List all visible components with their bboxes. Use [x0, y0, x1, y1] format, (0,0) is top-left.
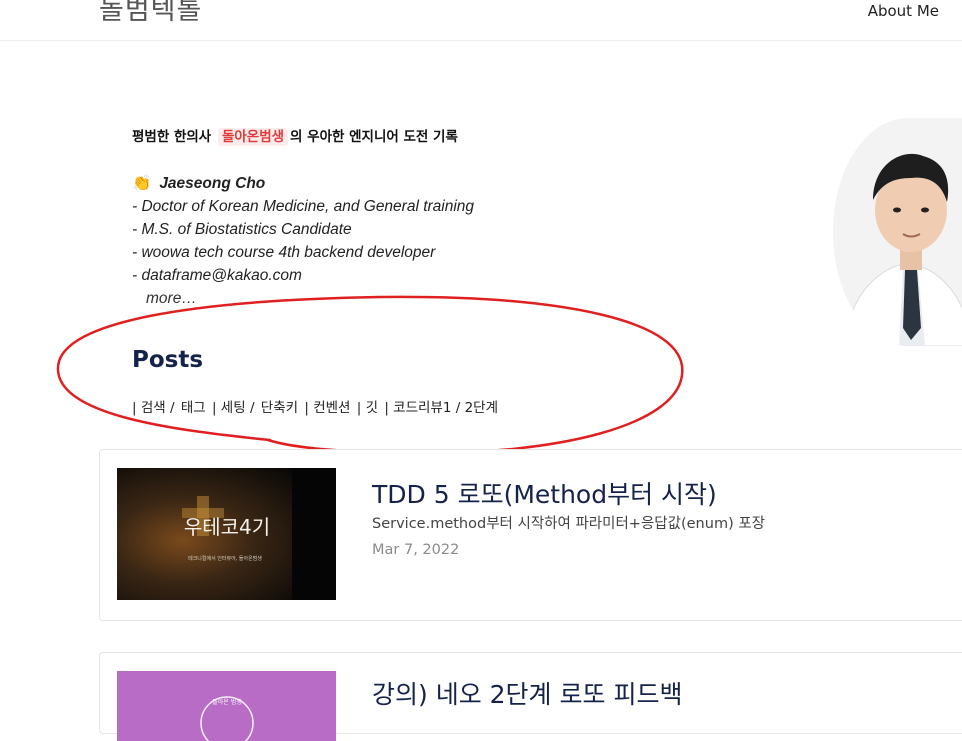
bio-line[interactable]: - dataframe@kakao.com [132, 264, 474, 287]
tagline-highlight: 돌아온범생 [217, 128, 289, 146]
post-date: Mar 7, 2022 [372, 542, 460, 558]
site-brand[interactable]: 돌범텍톨 [99, 0, 202, 27]
clap-icon: 👏 [132, 175, 152, 192]
post-description: Service.method부터 시작하여 파라미터+응답값(enum) 포장 [372, 516, 766, 532]
bio-name-row: 👏 Jaeseong Cho [132, 172, 474, 195]
category-link[interactable]: | 세팅 / [212, 400, 255, 416]
category-link[interactable]: 단축키 [261, 400, 298, 416]
category-link[interactable]: | 검색 / [132, 400, 175, 416]
category-link[interactable]: | 코드리뷰1 / 2단계 [384, 400, 498, 416]
post-card[interactable]: 돌아온 범생 강의) 네오 2단계 로또 피드백 [99, 652, 962, 741]
thumb-label: 돌아온 범생 [212, 698, 242, 706]
bio-line: - woowa tech course 4th backend develope… [132, 244, 436, 261]
profile-bio: 👏 Jaeseong Cho - Doctor of Korean Medicin… [132, 172, 474, 310]
category-link[interactable]: | 컨벤션 [304, 400, 350, 416]
category-link[interactable]: 태그 [181, 400, 206, 416]
category-bar: | 검색 / 태그 | 세팅 / 단축키 | 컨벤션 | 깃 | 코드리뷰1 /… [132, 396, 500, 416]
nav-about-link[interactable]: About Me [868, 2, 939, 20]
bio-line: - Doctor of Korean Medicine, and General… [132, 198, 475, 215]
post-thumbnail[interactable]: 우테코4기 테크니컬에서 인터뷰어, 돌아온범생 [117, 468, 336, 600]
bio-line: - M.S. of Biostatistics Candidate [132, 221, 352, 238]
avatar-portrait [833, 118, 962, 346]
post-title[interactable]: TDD 5 로또(Method부터 시작) [372, 475, 717, 511]
posts-heading: Posts [132, 347, 204, 373]
thumb-title: 우테코4기 [184, 515, 270, 539]
tagline-suffix: 의 우아한 엔지니어 도전 기록 [290, 129, 458, 145]
category-link[interactable]: | 깃 [357, 400, 378, 416]
top-bar: 돌범텍톨 About Me [0, 0, 962, 41]
thumb-caption: 테크니컬에서 인터뷰어, 돌아온범생 [188, 555, 262, 562]
post-thumbnail[interactable]: 돌아온 범생 [117, 671, 336, 741]
thumbnail-image: 우테코4기 테크니컬에서 인터뷰어, 돌아온범생 [117, 468, 336, 600]
profile-avatar [833, 118, 962, 346]
bio-name: Jaeseong Cho [159, 175, 266, 192]
more-link[interactable]: more… [132, 287, 474, 310]
post-card[interactable]: 우테코4기 테크니컬에서 인터뷰어, 돌아온범생 TDD 5 로또(Method… [99, 449, 962, 621]
profile-tagline: 평범한 한의사 돌아온범생 의 우아한 엔지니어 도전 기록 [132, 125, 458, 146]
tagline-prefix: 평범한 한의사 [132, 129, 212, 145]
thumbnail-image: 돌아온 범생 [117, 671, 336, 741]
